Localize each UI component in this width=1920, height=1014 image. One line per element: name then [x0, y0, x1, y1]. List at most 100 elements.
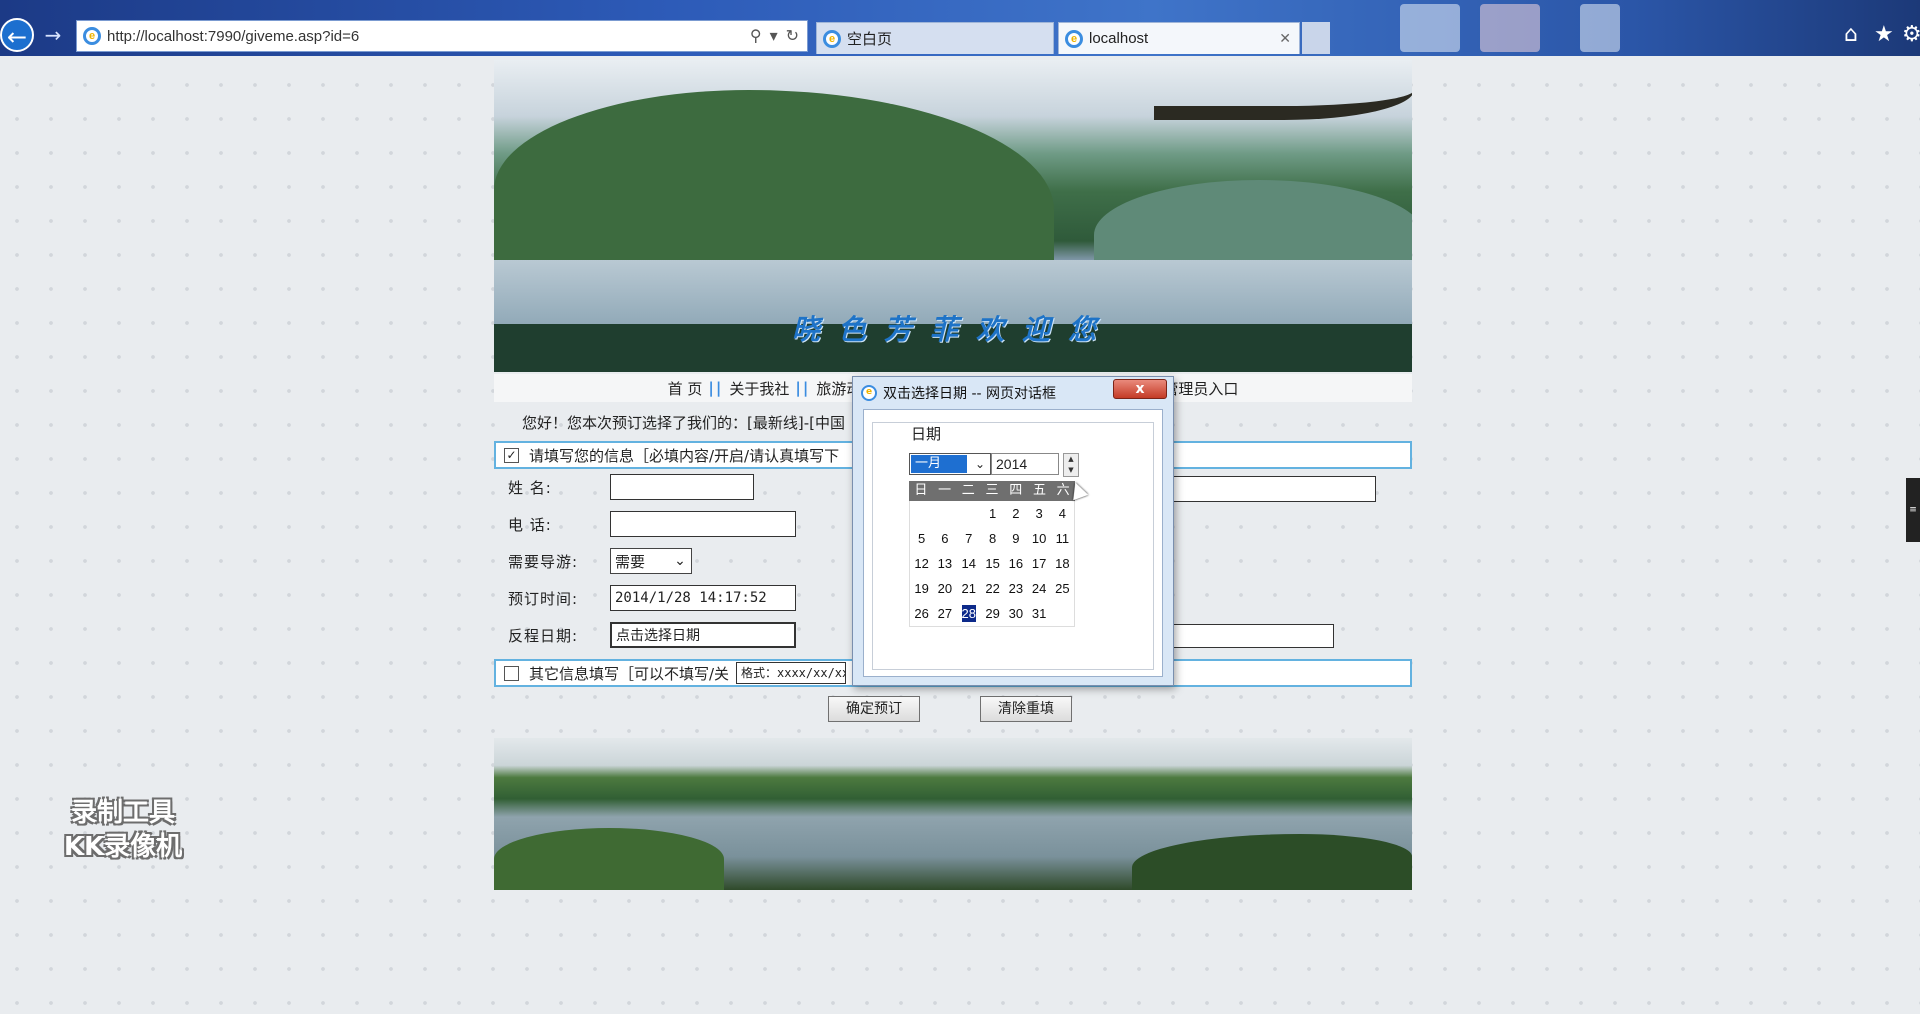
- nav-separator: ||: [795, 379, 811, 397]
- return-date-input[interactable]: 点击选择日期: [610, 622, 796, 648]
- dropdown-arrow-icon[interactable]: ▾: [770, 26, 778, 46]
- phone-input[interactable]: [610, 511, 796, 537]
- optional-info-checkbox[interactable]: [504, 665, 519, 681]
- month-select[interactable]: 一月 ⌄: [909, 453, 991, 475]
- weekday-label: 五: [1032, 483, 1046, 498]
- taskbar-thumbnail: [1580, 4, 1620, 52]
- welcome-text: 晓色芳菲欢迎您: [791, 313, 1114, 346]
- booking-time-label: 预订时间:: [508, 589, 579, 608]
- tab-label: 空白页: [847, 31, 893, 48]
- calendar-day[interactable]: 11: [1051, 526, 1074, 551]
- guide-select-value: 需要: [615, 552, 646, 571]
- calendar-day[interactable]: 30: [1004, 601, 1027, 626]
- optional-info-label: 其它信息填写［可以不填写/关: [529, 664, 730, 683]
- calendar-day[interactable]: 15: [981, 551, 1004, 576]
- return-date-row: 反程日期:: [508, 622, 610, 648]
- calendar-day[interactable]: 2: [1004, 501, 1027, 526]
- booking-time-row: 预订时间:: [508, 585, 610, 611]
- calendar-day[interactable]: 4: [1051, 501, 1074, 526]
- calendar-empty-cell: [957, 501, 981, 526]
- date-picker-dialog: e 双击选择日期 -- 网页对话框 x 日期 一月 ⌄ 2014 ▲ ▼ 日一二三…: [852, 376, 1174, 686]
- address-url[interactable]: http://localhost:7990/giveme.asp?id=6: [107, 28, 750, 45]
- calendar-day[interactable]: 24: [1027, 576, 1050, 601]
- name-extra-input[interactable]: [1172, 476, 1376, 502]
- browser-chrome: ← → e http://localhost:7990/giveme.asp?i…: [0, 0, 1920, 56]
- date-fieldset: 日期 一月 ⌄ 2014 ▲ ▼ 日一二三四五六 1 2 3 4 5 6 7 8 9 10 11 12 1…: [872, 422, 1154, 670]
- calendar-empty-cell: [1051, 601, 1074, 626]
- chevron-down-icon: ⌄: [974, 457, 986, 471]
- calendar-day[interactable]: 21: [957, 576, 981, 601]
- name-input[interactable]: [610, 474, 754, 500]
- calendar-day[interactable]: 14: [957, 551, 981, 576]
- calendar-day[interactable]: 1: [981, 501, 1004, 526]
- weekday-label: 四: [1009, 483, 1023, 498]
- refresh-icon[interactable]: ↻: [786, 26, 799, 46]
- calendar-day[interactable]: 19: [910, 576, 933, 601]
- favorites-star-icon[interactable]: ★: [1874, 22, 1894, 47]
- calendar-day[interactable]: 12: [910, 551, 933, 576]
- calendar-day[interactable]: 5: [910, 526, 933, 551]
- greeting-text: 您好！您本次预订选择了我们的：[最新线]-[中国: [522, 414, 845, 432]
- guide-row: 需要导游:: [508, 548, 610, 574]
- year-input[interactable]: 2014: [991, 453, 1059, 475]
- close-tab-icon[interactable]: ✕: [1279, 30, 1291, 47]
- booking-time-input[interactable]: 2014/1/28 14:17:52: [610, 585, 796, 611]
- calendar-day[interactable]: 31: [1027, 601, 1050, 626]
- ie-dialog-icon: e: [861, 385, 877, 401]
- calendar-day[interactable]: 28: [961, 605, 976, 622]
- weekday-label: 一: [938, 483, 952, 498]
- calendar-day[interactable]: 3: [1027, 501, 1050, 526]
- phone-label: 电 话:: [508, 515, 552, 534]
- calendar-day[interactable]: 18: [1051, 551, 1074, 576]
- calendar-day[interactable]: 25: [1051, 576, 1074, 601]
- calendar-day[interactable]: 20: [933, 576, 956, 601]
- reset-form-button[interactable]: 清除重填: [980, 696, 1072, 722]
- phone-row: 电 话:: [508, 511, 610, 537]
- calendar-day[interactable]: 8: [981, 526, 1004, 551]
- dialog-close-button[interactable]: x: [1113, 379, 1167, 399]
- watermark-line2: KK录像机: [63, 832, 183, 862]
- home-icon[interactable]: ⌂: [1844, 22, 1858, 47]
- calendar-day[interactable]: 22: [981, 576, 1004, 601]
- tab-blank[interactable]: e 空白页: [816, 22, 1054, 54]
- calendar-day[interactable]: 16: [1004, 551, 1027, 576]
- date-format-tooltip: 格式：xxxx/xx/xx: [736, 662, 846, 684]
- weekday-label: 二: [961, 483, 975, 498]
- tab-localhost[interactable]: e localhost ✕: [1058, 22, 1300, 54]
- name-label: 姓 名:: [508, 478, 552, 497]
- calendar-day[interactable]: 23: [1004, 576, 1027, 601]
- calendar-day[interactable]: 29: [981, 601, 1004, 626]
- dialog-title: 双击选择日期 -- 网页对话框: [883, 386, 1057, 402]
- back-button[interactable]: ←: [0, 18, 34, 52]
- footer-tree: [1132, 834, 1412, 890]
- submit-booking-button[interactable]: 确定预订: [828, 696, 920, 722]
- new-tab-button[interactable]: [1302, 22, 1330, 54]
- date-legend: 日期: [907, 423, 946, 444]
- forward-button[interactable]: →: [40, 17, 66, 53]
- required-info-checkbox[interactable]: ✓: [504, 447, 519, 463]
- nav-item-home[interactable]: 首 页: [662, 378, 709, 399]
- calendar-day[interactable]: 17: [1027, 551, 1050, 576]
- weekday-header: 日一二三四五六: [909, 481, 1075, 501]
- calendar-day[interactable]: 10: [1027, 526, 1050, 551]
- search-icon[interactable]: ⚲: [750, 26, 762, 46]
- calendar-day[interactable]: 26: [910, 601, 933, 626]
- year-spinner[interactable]: ▲ ▼: [1063, 453, 1079, 477]
- guide-select[interactable]: 需要 ⌄: [610, 548, 692, 574]
- calendar-empty-cell: [933, 501, 956, 526]
- calendar-day[interactable]: 13: [933, 551, 956, 576]
- calendar-grid: 日一二三四五六 1 2 3 4 5 6 7 8 9 10 11 12 13 14 15 16 17 18 19 20 2…: [909, 481, 1075, 627]
- calendar-day[interactable]: 9: [1004, 526, 1027, 551]
- calendar-day[interactable]: 6: [933, 526, 956, 551]
- side-panel-handle[interactable]: ≡: [1906, 478, 1920, 542]
- address-bar[interactable]: e http://localhost:7990/giveme.asp?id=6 …: [76, 20, 808, 52]
- nav-item-about[interactable]: 关于我社: [723, 378, 795, 399]
- gear-icon[interactable]: ⚙: [1902, 22, 1920, 47]
- dialog-body: 日期 一月 ⌄ 2014 ▲ ▼ 日一二三四五六 1 2 3 4 5 6 7 8 9 10 11 12 1…: [863, 409, 1163, 677]
- weekday-label: 日: [914, 483, 928, 498]
- required-info-label: 请填写您的信息［必填内容/开启/请认真填写下: [529, 446, 840, 465]
- calendar-day[interactable]: 27: [933, 601, 956, 626]
- calendar-day[interactable]: 7: [957, 526, 981, 551]
- return-extra-input[interactable]: [1172, 624, 1334, 648]
- dialog-titlebar[interactable]: e 双击选择日期 -- 网页对话框: [859, 381, 1056, 405]
